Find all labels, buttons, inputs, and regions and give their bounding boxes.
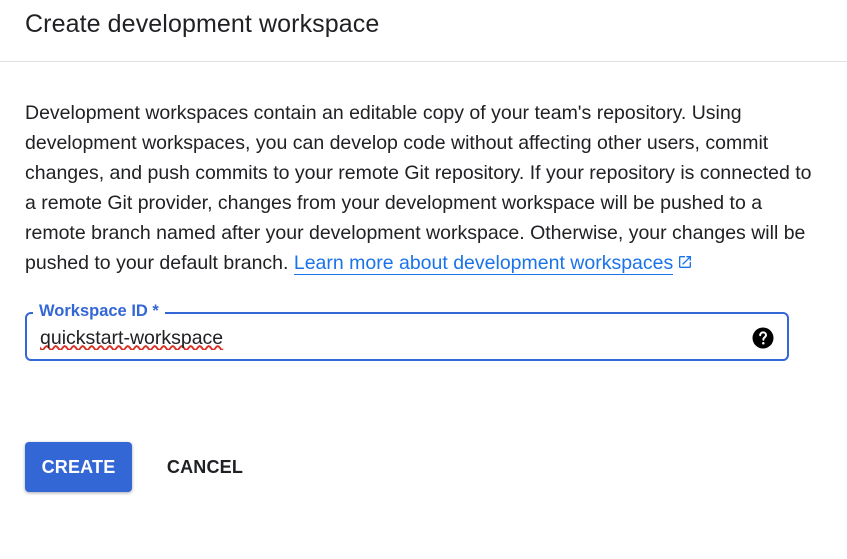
cancel-button[interactable]: CANCEL — [150, 442, 260, 492]
learn-more-label: Learn more about development workspaces — [293, 252, 674, 274]
workspace-id-input[interactable] — [40, 324, 730, 352]
help-circle-icon[interactable] — [751, 326, 775, 350]
dialog-title: Create development workspace — [25, 10, 380, 38]
learn-more-link[interactable]: Learn more about development workspaces — [293, 252, 674, 275]
title-divider — [0, 61, 847, 62]
open-in-new-icon[interactable] — [677, 254, 693, 270]
dialog-description: Development workspaces contain an editab… — [25, 98, 815, 278]
create-button[interactable]: CREATE — [25, 442, 132, 492]
description-text: Development workspaces contain an editab… — [25, 102, 812, 274]
workspace-id-label: Workspace ID * — [33, 300, 165, 322]
